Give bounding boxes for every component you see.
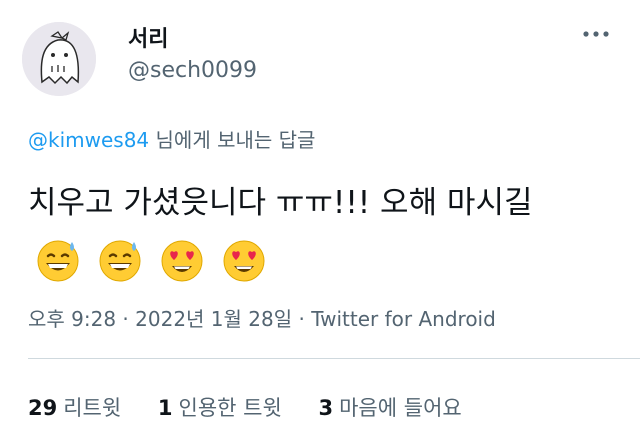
tweet-card: 서리 @sech0099 @kimwes84 님에게 보내는 답글 치우고 가셨… — [0, 0, 640, 438]
tweet-source-link[interactable]: Twitter for Android — [311, 307, 496, 331]
reply-mention-link[interactable]: @kimwes84 — [28, 128, 149, 152]
grinning-face-with-sweat-icon — [96, 236, 144, 284]
grinning-face-with-sweat-icon — [34, 236, 82, 284]
tweet-text: 치우고 가셨읏니다 ㅠㅠ!!! 오해 마시길 — [28, 176, 628, 286]
reply-context: @kimwes84 님에게 보내는 답글 — [28, 124, 315, 153]
more-horizontal-icon — [583, 31, 609, 37]
retweets-count: 29 — [28, 396, 58, 420]
ghost-doodle-avatar-icon — [22, 22, 96, 96]
retweets-label: 리트윗 — [63, 396, 122, 420]
smiling-face-with-heart-eyes-icon — [220, 236, 268, 284]
likes-label: 마음에 들어요 — [339, 396, 462, 420]
tweet-metadata: 오후 9:28 · 2022년 1월 28일 · Twitter for And… — [28, 303, 496, 332]
quotes-count: 1 — [157, 396, 173, 420]
user-handle[interactable]: @sech0099 — [128, 58, 257, 83]
reply-suffix: 님에게 보내는 답글 — [149, 128, 316, 152]
quote-tweets-stat[interactable]: 1 인용한 트윗 — [158, 392, 282, 422]
tweet-time[interactable]: 오후 9:28 — [28, 307, 116, 331]
likes-count: 3 — [318, 396, 334, 420]
engagement-stats: 29 리트윗 1 인용한 트윗 3 마음에 들어요 — [28, 392, 492, 422]
smiling-face-with-heart-eyes-icon — [158, 236, 206, 284]
quotes-label: 인용한 트윗 — [178, 396, 282, 420]
tweet-date[interactable]: 2022년 1월 28일 — [135, 307, 292, 331]
meta-separator: · — [292, 307, 312, 331]
meta-separator: · — [116, 307, 136, 331]
emoji-row — [34, 232, 272, 286]
more-options-button[interactable] — [580, 24, 612, 44]
likes-stat[interactable]: 3 마음에 들어요 — [318, 392, 461, 422]
tweet-text-content: 치우고 가셨읏니다 ㅠㅠ!!! 오해 마시길 — [28, 185, 533, 221]
display-name[interactable]: 서리 — [128, 21, 168, 53]
retweets-stat[interactable]: 29 리트윗 — [28, 392, 121, 422]
avatar[interactable] — [22, 22, 96, 96]
divider — [28, 358, 640, 359]
